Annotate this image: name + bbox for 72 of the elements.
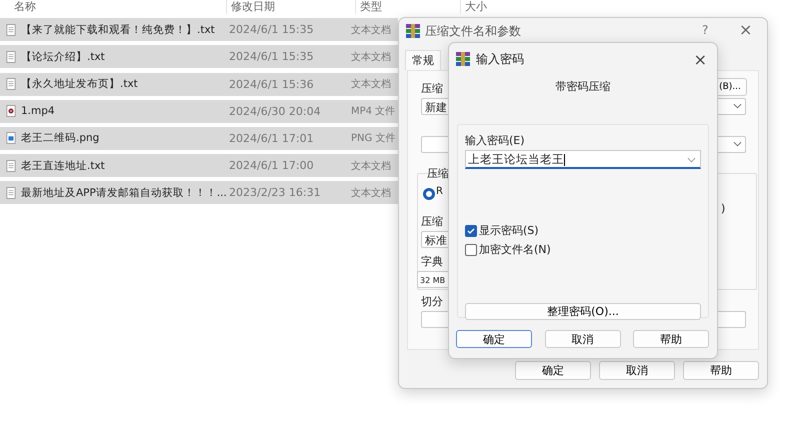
caret-icon: [687, 157, 696, 163]
file-type: 文本文档: [351, 50, 391, 64]
radio-label: R: [436, 186, 443, 197]
archive-app-icon: [406, 24, 420, 38]
group-text: ): [721, 202, 726, 215]
checkbox[interactable]: [465, 224, 477, 236]
checkbox-label: 加密文件名(N): [479, 242, 551, 257]
file-date: 2024/6/1 15:35: [229, 23, 315, 36]
close-button[interactable]: ×: [694, 50, 707, 68]
file-name: 【永久地址发布页】.txt: [21, 77, 139, 92]
file-name: 【论坛介绍】.txt: [21, 50, 106, 64]
file-date: 2024/6/1 17:00: [229, 159, 315, 172]
file-name: 老王直连地址.txt: [21, 158, 106, 173]
field-label: 切分: [421, 294, 443, 309]
file-date: 2024/6/1 15:36: [229, 78, 315, 91]
file-date: 2024/6/1 17:01: [229, 132, 315, 145]
file-date: 2023/2/23 16:31: [229, 186, 322, 200]
file-row[interactable]: 老王二维码.png 2024/6/1 17:01 PNG 文件: [0, 126, 398, 150]
file-name: 1.mp4: [21, 105, 56, 118]
file-date: 2024/6/30 20:04: [229, 104, 322, 118]
file-date: 2024/6/1 15:35: [229, 50, 315, 64]
dialog-button[interactable]: 确定: [456, 330, 532, 348]
file-row[interactable]: 1.mp4 2024/6/30 20:04 MP4 文件: [0, 100, 398, 123]
caret-icon: [733, 141, 742, 147]
field-label: 压缩: [421, 214, 443, 229]
file-row[interactable]: 老王直连地址.txt 2024/6/1 17:00 文本文档: [0, 154, 398, 178]
window-title: 压缩文件名和参数: [425, 23, 521, 40]
file-row[interactable]: 【来了就能下载和观看！纯免费！】.txt 2024/6/1 15:35 文本文档: [0, 18, 398, 42]
help-button[interactable]: ?: [702, 23, 708, 37]
file-type: 文本文档: [351, 24, 391, 37]
video-file-icon: [6, 105, 16, 118]
group-label: 压缩: [427, 166, 449, 181]
column-header[interactable]: 类型: [355, 0, 460, 14]
tab[interactable]: 常规: [405, 50, 441, 70]
column-header[interactable]: 名称: [0, 0, 226, 14]
text-file-icon: [6, 78, 16, 90]
file-row[interactable]: 【永久地址发布页】.txt 2024/6/1 15:36 文本文档: [0, 72, 398, 96]
field-label: 压缩: [421, 81, 443, 96]
window-title: 输入密码: [476, 50, 525, 68]
checkbox[interactable]: [465, 244, 477, 256]
text-file-icon: [6, 24, 16, 36]
image-file-icon: [6, 132, 16, 144]
check-icon: [466, 226, 476, 236]
archive-app-icon: [456, 52, 470, 66]
file-name: 【来了就能下载和观看！纯免费！】.txt: [21, 22, 216, 37]
text-file-icon: [6, 160, 16, 172]
file-type: 文本文档: [351, 186, 391, 200]
dialog-button[interactable]: 确定: [515, 361, 591, 380]
file-type: 文本文档: [351, 78, 391, 92]
organize-passwords-button[interactable]: 整理密码(O)...: [465, 303, 701, 320]
text-file-icon: [6, 186, 16, 199]
file-row[interactable]: 最新地址及APP请发邮箱自动获取！！！... 2023/2/23 16:31 文本文档: [0, 181, 398, 204]
password-field[interactable]: 上老王论坛当老王: [465, 150, 701, 169]
dialog-button[interactable]: 取消: [599, 361, 675, 380]
field-label: 输入密码(E): [465, 133, 525, 148]
file-type: 文本文档: [351, 160, 391, 173]
column-header[interactable]: 大小: [460, 0, 487, 14]
field-label: 字典: [421, 254, 443, 269]
text-file-icon: [6, 50, 16, 63]
dialog-button[interactable]: 取消: [544, 330, 620, 348]
file-name: 老王二维码.png: [21, 131, 100, 146]
column-header[interactable]: 修改日期: [226, 0, 355, 14]
file-type: PNG 文件: [351, 132, 396, 146]
dialog-subtitle: 带密码压缩: [554, 79, 612, 94]
checkbox-label: 显示密码(S): [479, 223, 539, 238]
file-type: MP4 文件: [351, 104, 396, 118]
caret-icon: [733, 103, 742, 109]
file-row[interactable]: 【论坛介绍】.txt 2024/6/1 15:35 文本文档: [0, 45, 398, 68]
dialog-button[interactable]: 帮助: [683, 361, 759, 380]
dialog-button[interactable]: 帮助: [633, 330, 709, 348]
file-name: 最新地址及APP请发邮箱自动获取！！！...: [21, 186, 228, 200]
close-button[interactable]: ×: [739, 20, 752, 39]
